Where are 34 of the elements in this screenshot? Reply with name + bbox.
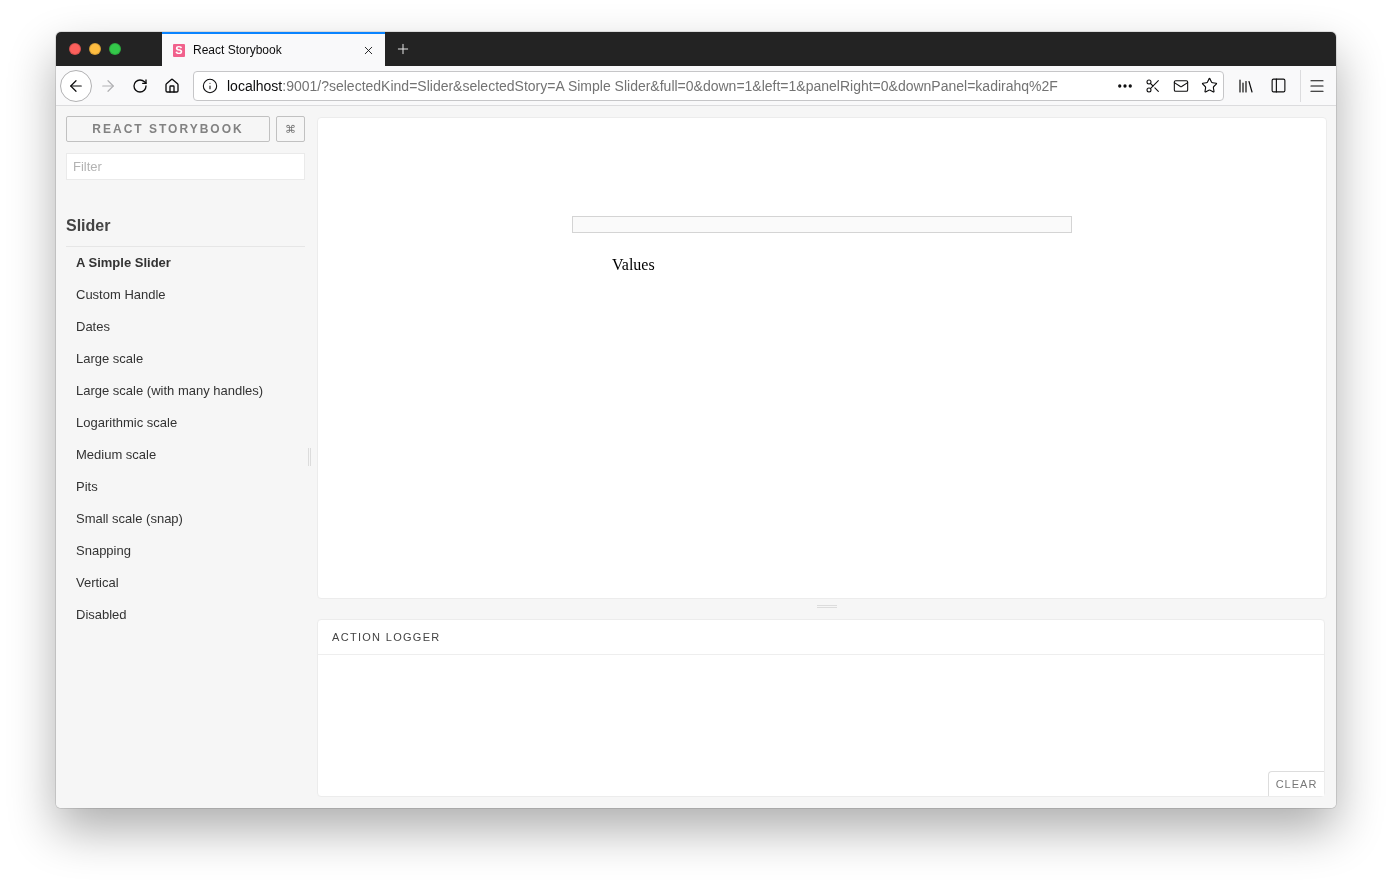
close-window-button[interactable] <box>69 43 81 55</box>
slider-track[interactable] <box>572 216 1072 233</box>
browser-tab[interactable]: S React Storybook <box>162 32 385 66</box>
kind-heading: Slider <box>66 217 111 234</box>
url-text: localhost:9001/?selectedKind=Slider&selectedStory=A Simple Slider&full=0&down=1&left=1&panelRight=0&downPanel=kadirahq%2F <box>227 77 1059 94</box>
story-link[interactable]: Custom Handle <box>76 279 166 311</box>
story-link[interactable]: Disabled <box>76 599 127 631</box>
tab-title: React Storybook <box>193 43 283 57</box>
plus-icon[interactable] <box>395 41 411 57</box>
info-icon[interactable] <box>202 77 218 94</box>
reload-icon <box>132 77 148 94</box>
filter-input[interactable]: Filter <box>66 153 305 180</box>
story-link[interactable]: Large scale (with many handles) <box>76 375 264 407</box>
home-icon <box>164 77 180 94</box>
values-label: Values <box>612 256 655 274</box>
action-logger-tab[interactable]: ACTION LOGGER <box>332 631 441 643</box>
story-link[interactable]: Large scale <box>76 343 144 375</box>
address-bar[interactable]: localhost:9001/?selectedKind=Slider&selectedStory=A Simple Slider&full=0&down=1&left=1&panelRight=0&downPanel=kadirahq%2F <box>193 70 1224 101</box>
storybook-title-button[interactable]: REACT STORYBOOK <box>66 116 270 142</box>
story-link[interactable]: Dates <box>76 311 110 343</box>
clear-button[interactable]: CLEAR <box>1268 771 1324 796</box>
back-button[interactable] <box>60 69 92 102</box>
sidebar-icon <box>1269 77 1287 94</box>
story-link[interactable]: Snapping <box>76 535 131 567</box>
story-link[interactable]: Medium scale <box>76 439 157 471</box>
zoom-window-button[interactable] <box>109 43 121 55</box>
shortcuts-button[interactable]: ⌘ <box>276 116 305 142</box>
favicon: S <box>173 43 185 57</box>
story-link[interactable]: Small scale (snap) <box>76 503 183 535</box>
story-link[interactable]: Vertical <box>76 567 119 599</box>
story-link[interactable]: A Simple Slider <box>76 247 171 279</box>
minimize-window-button[interactable] <box>89 43 101 55</box>
story-link[interactable]: Pits <box>76 471 98 503</box>
story-link[interactable]: Logarithmic scale <box>76 407 178 439</box>
